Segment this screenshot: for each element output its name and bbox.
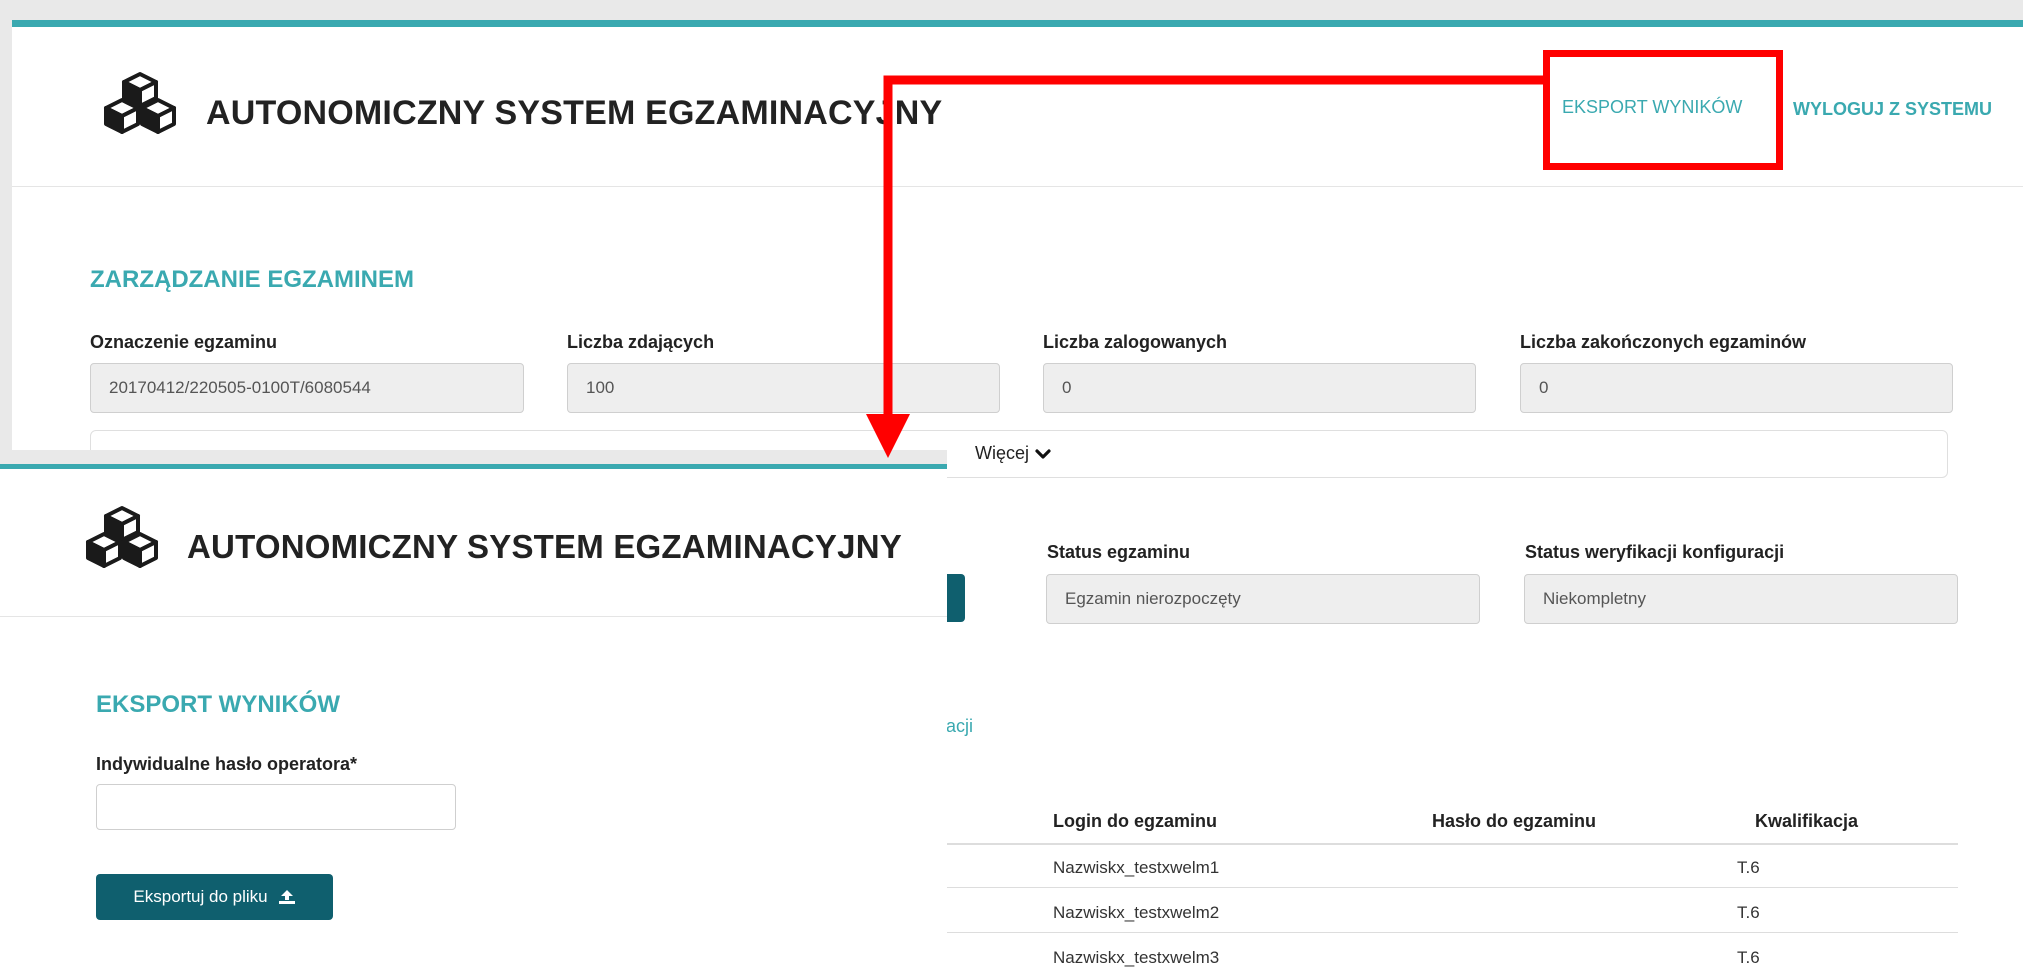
arrow-annotation xyxy=(866,75,1546,458)
arrow-head-icon xyxy=(866,414,910,458)
